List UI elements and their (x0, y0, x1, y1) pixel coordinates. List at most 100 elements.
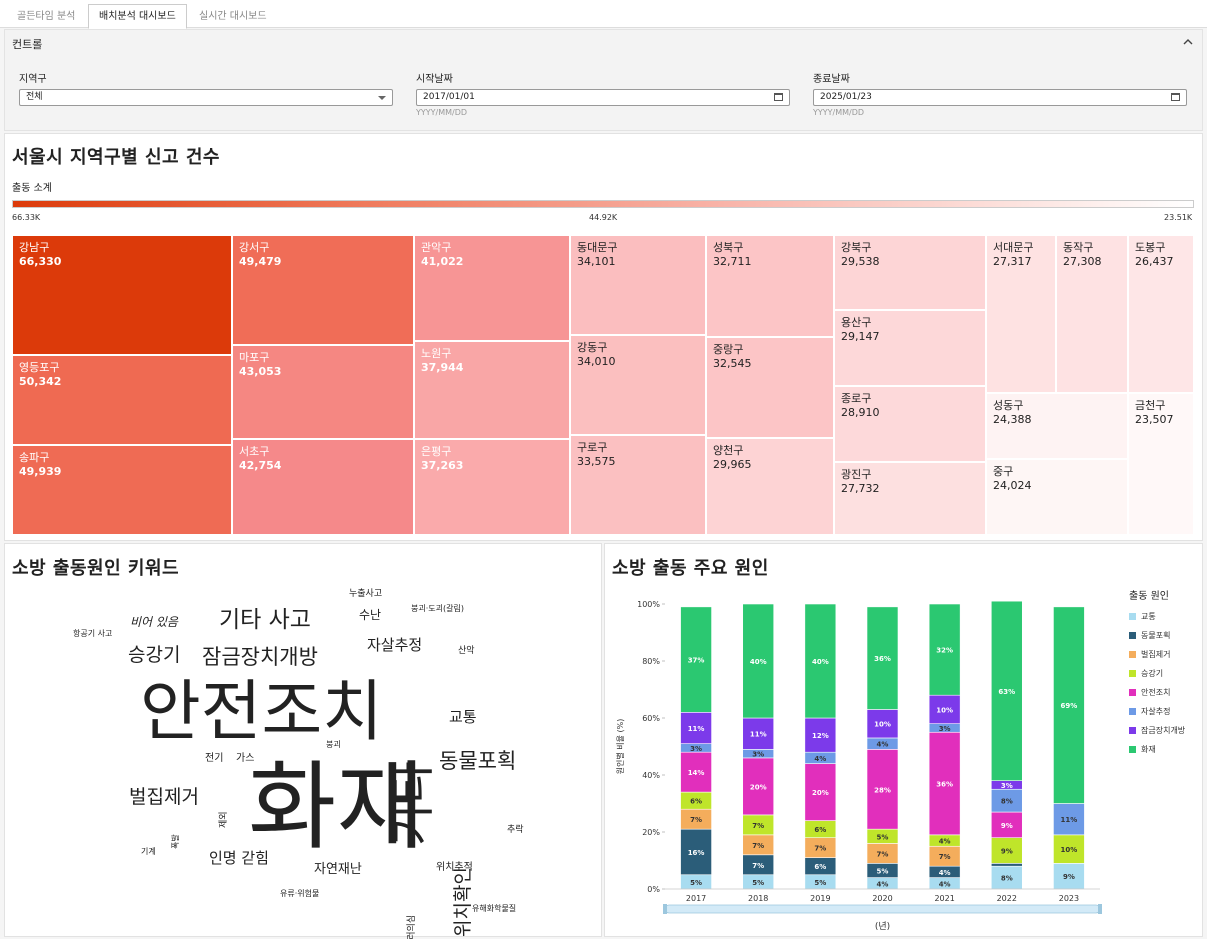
treemap-cell-name: 종로구 (841, 392, 872, 405)
treemap-cell[interactable]: 마포구 43,053 (232, 345, 414, 439)
legend-swatch (1129, 746, 1136, 753)
treemap-cell-value: 37,944 (421, 361, 464, 374)
treemap-cell[interactable]: 은평구 37,263 (414, 439, 570, 535)
word-cloud-word: 폭발 (171, 834, 180, 850)
bar-data-label: 14% (688, 769, 705, 777)
treemap-cell-value: 32,711 (713, 255, 752, 268)
x-tick-label: 2017 (686, 894, 706, 903)
y-tick-label: 20% (642, 828, 660, 837)
treemap-cell-value: 32,545 (713, 357, 752, 370)
legend-item-label[interactable]: 동물포획 (1141, 630, 1170, 640)
bar-segment[interactable] (990, 863, 1023, 867)
legend-item-label[interactable]: 자살추정 (1141, 706, 1170, 716)
calendar-icon[interactable] (774, 93, 783, 101)
range-slider[interactable] (664, 904, 1101, 914)
bar-data-label: 5% (690, 879, 702, 887)
treemap-cell[interactable]: 영등포구 50,342 (12, 355, 232, 445)
slider-handle-left[interactable] (663, 904, 667, 914)
treemap-cell[interactable]: 노원구 37,944 (414, 341, 570, 439)
treemap-cell[interactable]: 서초구 42,754 (232, 439, 414, 535)
district-control: 지역구 전체 (19, 70, 393, 106)
bar-data-label: 4% (939, 880, 951, 888)
legend-swatch (1129, 727, 1136, 734)
word-cloud-word: 가스 (236, 753, 255, 764)
legend-item-label[interactable]: 교통 (1141, 612, 1156, 621)
bar-data-label: 10% (1061, 846, 1078, 854)
word-cloud-word: 동물포획 (439, 749, 517, 773)
treemap-cell[interactable]: 송파구 49,939 (12, 445, 232, 535)
treemap-cell[interactable]: 금천구 23,507 (1128, 393, 1194, 535)
legend-item-label[interactable]: 벌집제거 (1141, 649, 1170, 659)
slider-handle-right[interactable] (1098, 904, 1102, 914)
treemap-cell-name: 양천구 (713, 444, 744, 457)
tab-golden-time[interactable]: 골든타임 분석 (7, 5, 85, 28)
calendar-icon[interactable] (1171, 93, 1180, 101)
treemap-cell[interactable]: 구로구 33,575 (570, 435, 706, 535)
control-panel: 컨트롤 지역구 전체 시작날짜 2017/01/01 YYYY/MM/DD 종료… (4, 29, 1203, 131)
treemap-cell[interactable]: 강북구 29,538 (834, 235, 986, 310)
treemap-cell[interactable]: 성동구 24,388 (986, 393, 1128, 459)
treemap-cell[interactable]: 종로구 28,910 (834, 386, 986, 462)
bar-chart-panel: 소방 출동 주요 원인 0% 20% 40% 60% 80% 100% 5% 16% 7% 6% 1… (604, 543, 1203, 937)
treemap-cell[interactable]: 양천구 29,965 (706, 438, 834, 535)
treemap-cell[interactable]: 동대문구 34,101 (570, 235, 706, 335)
word-cloud-word: 승강기 (128, 644, 181, 666)
tab-realtime-dashboard[interactable]: 실시간 대시보드 (189, 5, 277, 28)
word-cloud-word: 항공기 사고 (73, 629, 113, 638)
end-date-input[interactable]: 2025/01/23 (813, 89, 1187, 106)
tab-batch-dashboard[interactable]: 배치분석 대시보드 (88, 4, 187, 29)
x-axis-title: (년) (875, 921, 890, 932)
x-tick-label: 2022 (997, 894, 1017, 903)
bar-data-label: 40% (750, 658, 767, 666)
legend-item-label[interactable]: 화재 (1141, 745, 1156, 754)
treemap-cell[interactable]: 광진구 27,732 (834, 462, 986, 535)
chevron-up-icon[interactable] (1182, 36, 1194, 48)
bar-data-label: 5% (877, 867, 889, 875)
word-cloud-word: 자살추정 (367, 636, 423, 654)
treemap-cell-value: 33,575 (577, 455, 616, 468)
legend-item-label[interactable]: 잠금장치개방 (1141, 725, 1186, 735)
treemap-cell[interactable]: 성북구 32,711 (706, 235, 834, 337)
treemap-cell-name: 광진구 (841, 468, 872, 481)
treemap-cell-value: 28,910 (841, 406, 880, 419)
bar-data-label: 20% (750, 783, 767, 791)
legend-item-label[interactable]: 승강기 (1141, 668, 1163, 678)
y-tick-label: 100% (637, 600, 660, 609)
treemap-cell-value: 24,388 (993, 413, 1032, 426)
treemap-cell-value: 34,101 (577, 255, 616, 268)
treemap-cell[interactable]: 서대문구 27,317 (986, 235, 1056, 393)
treemap-cell-value: 29,965 (713, 458, 752, 471)
stacked-bar-chart: 0% 20% 40% 60% 80% 100% 5% 16% 7% 6% 14% 3% 11% 37% 20… (615, 590, 1186, 932)
treemap-cell-name: 금천구 (1135, 399, 1166, 412)
bar-data-label: 9% (1001, 822, 1013, 830)
start-date-input[interactable]: 2017/01/01 (416, 89, 790, 106)
legend-item-label[interactable]: 안전조치 (1141, 687, 1170, 697)
treemap-cell[interactable]: 중랑구 32,545 (706, 337, 834, 438)
word-cloud-word: 붕괴 (326, 740, 341, 749)
bar-data-label: 7% (814, 845, 826, 853)
word-cloud-word: 기타 사고 (219, 607, 311, 633)
treemap-cell-name: 영등포구 (19, 361, 60, 374)
treemap-cell[interactable]: 강남구 66,330 (12, 235, 232, 355)
chevron-down-icon (378, 96, 386, 100)
treemap-cell-name: 강북구 (841, 241, 872, 254)
bar-data-label: 9% (1001, 848, 1013, 856)
bar-data-label: 7% (939, 853, 951, 861)
treemap-cell[interactable]: 동작구 27,308 (1056, 235, 1128, 393)
treemap-cell[interactable]: 관악구 41,022 (414, 235, 570, 341)
treemap-cell-value: 29,147 (841, 330, 880, 343)
treemap-cell[interactable]: 도봉구 26,437 (1128, 235, 1194, 393)
treemap-cell-name: 중구 (993, 465, 1014, 478)
treemap-cell[interactable]: 용산구 29,147 (834, 310, 986, 386)
y-tick-label: 60% (642, 714, 660, 723)
treemap-cell-name: 구로구 (577, 441, 608, 454)
treemap-cell-name: 송파구 (19, 451, 50, 464)
treemap-cell[interactable]: 중구 24,024 (986, 459, 1128, 535)
treemap-cell-value: 23,507 (1135, 413, 1174, 426)
treemap-cell[interactable]: 강서구 49,479 (232, 235, 414, 345)
treemap-cell[interactable]: 강동구 34,010 (570, 335, 706, 435)
treemap-cell-name: 동대문구 (577, 241, 618, 254)
start-date-control: 시작날짜 2017/01/01 YYYY/MM/DD (416, 70, 790, 117)
district-select[interactable]: 전체 (19, 89, 393, 106)
word-cloud-word: 안전조치 (140, 673, 383, 750)
